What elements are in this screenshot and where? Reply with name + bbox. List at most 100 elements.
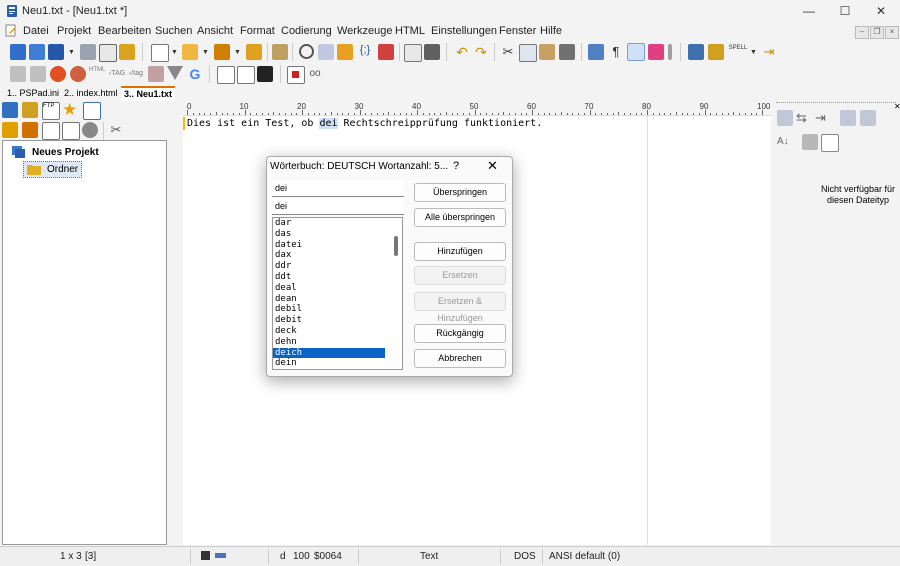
spell-check-icon[interactable]: SPELL xyxy=(728,44,748,60)
suggestion-list[interactable]: dar das datei dax ddr ddt deal dean debil debit de… xyxy=(272,217,403,370)
remove-folder-icon[interactable] xyxy=(22,122,38,138)
skip-button[interactable]: Überspringen xyxy=(414,183,506,202)
replacement-field[interactable] xyxy=(272,198,404,215)
maximize-button[interactable]: ☐ xyxy=(827,0,863,22)
save-file-icon[interactable] xyxy=(214,44,230,60)
suggestion-item[interactable]: dean xyxy=(273,294,385,305)
run-icon[interactable] xyxy=(217,66,235,84)
folder-panel-icon[interactable] xyxy=(22,102,38,118)
print-icon[interactable] xyxy=(424,44,440,60)
sync-icon[interactable]: ⇆ xyxy=(796,110,812,126)
color-palette-icon[interactable] xyxy=(70,66,86,82)
google-search-icon[interactable]: G xyxy=(187,66,203,82)
mdi-restore-button[interactable]: ❐ xyxy=(870,26,884,39)
goto-definition-icon[interactable]: ⇥ xyxy=(815,110,831,126)
clipboard-icon[interactable] xyxy=(802,134,818,150)
comment-icon[interactable] xyxy=(30,66,46,82)
panel-close-icon[interactable]: ✕ xyxy=(894,102,900,111)
record-macro-icon[interactable] xyxy=(287,66,305,84)
replace-icon[interactable] xyxy=(318,44,334,60)
misspelled-word-field[interactable] xyxy=(272,180,404,197)
tree-root-project[interactable]: Neues Projekt xyxy=(11,144,99,160)
menu-ansicht[interactable]: Ansicht xyxy=(197,25,233,37)
new-project-icon[interactable] xyxy=(10,44,26,60)
menu-einstellungen[interactable]: Einstellungen xyxy=(431,25,497,37)
tab-pspad-ini[interactable]: 1.. PSPad.ini xyxy=(4,87,62,100)
new-file-icon[interactable] xyxy=(151,44,169,62)
add-folder-icon[interactable] xyxy=(2,122,18,138)
menu-hilfe[interactable]: Hilfe xyxy=(540,25,562,37)
window-list-icon[interactable] xyxy=(83,102,101,120)
save-project-icon[interactable] xyxy=(48,44,64,60)
line-ending[interactable]: DOS xyxy=(514,551,536,562)
line-numbers-icon[interactable] xyxy=(627,43,645,61)
suggestion-item[interactable]: deck xyxy=(273,326,385,337)
replace-and-add-button[interactable]: Ersetzen & Hinzufügen xyxy=(414,292,506,323)
list-scrollbar[interactable] xyxy=(394,236,398,256)
tag-close-icon[interactable]: ‹/tag xyxy=(129,66,145,82)
mdi-minimize-button[interactable]: – xyxy=(855,26,869,39)
menu-projekt[interactable]: Projekt xyxy=(57,25,91,37)
project-panel-icon[interactable] xyxy=(2,102,18,118)
tree-view-icon[interactable] xyxy=(840,110,856,126)
dropdown-arrow-icon[interactable]: ▼ xyxy=(202,49,209,56)
edit-icon[interactable] xyxy=(821,134,839,152)
bookmark-icon[interactable] xyxy=(378,44,394,60)
editor-line-1[interactable]: Dies ist ein Test, ob dei Rechtschreippr… xyxy=(187,118,542,129)
replace-button[interactable]: Ersetzen xyxy=(414,266,506,285)
suggestion-item[interactable]: dar xyxy=(273,218,385,229)
ftp-panel-icon[interactable]: FTP xyxy=(42,102,60,120)
delete-icon[interactable] xyxy=(559,44,575,60)
menu-format[interactable]: Format xyxy=(240,25,275,37)
skip-all-button[interactable]: Alle überspringen xyxy=(414,208,506,227)
preview-icon[interactable] xyxy=(404,44,422,62)
dropdown-arrow-icon[interactable]: ▼ xyxy=(750,49,757,56)
dropdown-arrow-icon[interactable]: ▼ xyxy=(171,49,178,56)
file-mode[interactable]: Text xyxy=(420,551,438,562)
cut-icon[interactable]: ✂ xyxy=(500,44,516,60)
hierarchy-icon[interactable] xyxy=(688,44,704,60)
tab-index-html[interactable]: 2.. index.html xyxy=(61,87,121,100)
color-picker-icon[interactable] xyxy=(50,66,66,82)
cancel-button[interactable]: Abbrechen xyxy=(414,349,506,368)
terminal-icon[interactable] xyxy=(257,66,273,82)
encoding[interactable]: ANSI default (0) xyxy=(549,551,620,562)
suggestion-item[interactable]: datei xyxy=(273,240,385,251)
copy-icon[interactable] xyxy=(519,44,537,62)
search-icon[interactable] xyxy=(299,44,314,59)
column-mode-icon[interactable] xyxy=(668,44,672,60)
html-tidy-icon[interactable] xyxy=(148,66,164,82)
suggestion-item[interactable]: debit xyxy=(273,315,385,326)
bracket-match-icon[interactable]: {;} xyxy=(357,44,373,60)
dropdown-arrow-icon[interactable]: ▼ xyxy=(68,49,75,56)
filter-icon[interactable] xyxy=(167,66,183,80)
open-folder-icon[interactable] xyxy=(62,122,80,140)
help-button[interactable]: ? xyxy=(453,160,459,172)
open-project-icon[interactable] xyxy=(29,44,45,60)
save-all-icon[interactable] xyxy=(246,44,262,60)
add-file-icon[interactable] xyxy=(42,122,60,140)
sort-icon[interactable] xyxy=(272,44,288,60)
settings-tools-icon[interactable]: ✂ xyxy=(108,122,124,138)
favorites-star-icon[interactable]: ★ xyxy=(62,101,78,118)
add-button[interactable]: Hinzufügen xyxy=(414,242,506,261)
panel-grip[interactable] xyxy=(776,102,896,105)
list-view-icon[interactable] xyxy=(860,110,876,126)
menu-werkzeuge[interactable]: Werkzeuge xyxy=(337,25,392,37)
html-text-icon[interactable]: HTML xyxy=(89,66,105,82)
info-icon[interactable] xyxy=(82,122,98,138)
find-in-files-icon[interactable] xyxy=(337,44,353,60)
menu-codierung[interactable]: Codierung xyxy=(281,25,332,37)
suggestion-item[interactable]: das xyxy=(273,229,385,240)
sort-alpha-icon[interactable]: A↓ xyxy=(777,134,793,150)
syntax-highlight-icon[interactable] xyxy=(648,44,664,60)
word-wrap-icon[interactable] xyxy=(588,44,604,60)
dialog-close-button[interactable]: ✕ xyxy=(487,158,498,174)
menu-datei[interactable]: Datei xyxy=(23,25,49,37)
log-icon[interactable] xyxy=(99,44,117,62)
tab-neu1-txt[interactable]: 3.. Neu1.txt xyxy=(121,86,176,101)
suggestion-item[interactable]: ddr xyxy=(273,261,385,272)
menu-bearbeiten[interactable]: Bearbeiten xyxy=(98,25,151,37)
tag-icon[interactable]: ‹TAG xyxy=(109,66,125,82)
suggestion-item[interactable]: debil xyxy=(273,304,385,315)
